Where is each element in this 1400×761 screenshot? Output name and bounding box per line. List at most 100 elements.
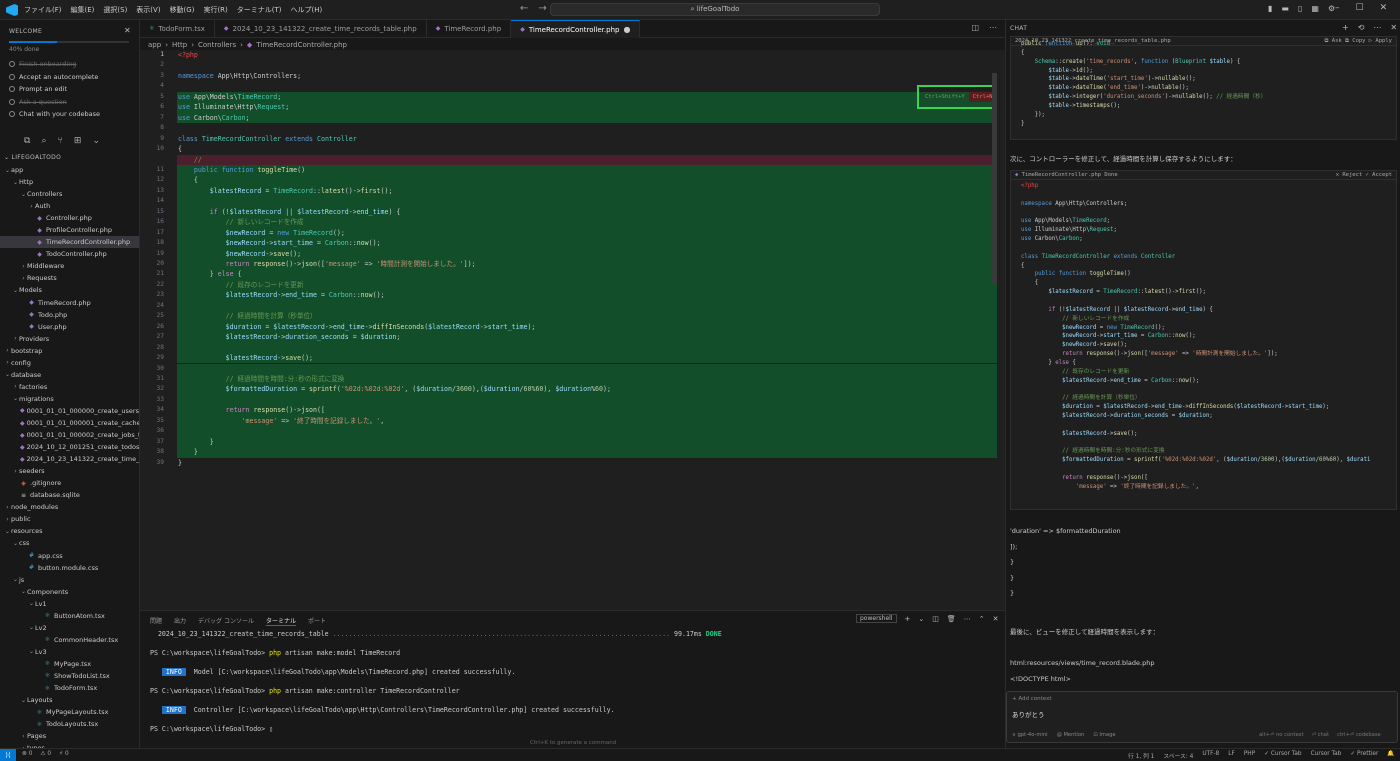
tree-file[interactable]: ◆ 2024_10_12_001251_create_todos_...: [0, 441, 139, 453]
code-block-actions[interactable]: ✕ Reject ✓ Accept: [1336, 171, 1392, 180]
tree-file[interactable]: ⚛ TodoForm.tsx: [0, 682, 139, 694]
remote-indicator-icon[interactable]: ⟩⟨: [0, 749, 16, 761]
tree-file[interactable]: ≡ database.sqlite: [0, 489, 139, 501]
submit-no-context-hint[interactable]: alt+⏎ no context: [1259, 732, 1304, 738]
tree-file[interactable]: # app.css: [0, 550, 139, 562]
command-center[interactable]: ⌕ lifeGoalTodo: [550, 3, 880, 16]
mention-button[interactable]: @ Mention: [1057, 732, 1085, 738]
welcome-close-icon[interactable]: ✕: [124, 26, 131, 35]
tree-folder[interactable]: ⌄ database: [0, 369, 139, 381]
tree-file[interactable]: ◆ 0001_01_01_000000_create_users_...: [0, 405, 139, 417]
tree-folder[interactable]: › bootstrap: [0, 345, 139, 357]
line-ending[interactable]: LF: [1228, 751, 1235, 760]
editor-tab[interactable]: ◆ TimeRecordController.php ●: [511, 20, 641, 39]
breadcrumb-item[interactable]: Http: [172, 41, 187, 49]
tree-file[interactable]: ◆ TimeRecord.php: [0, 297, 139, 309]
editor-scrollbar[interactable]: [992, 73, 997, 283]
menu-go[interactable]: 移動(G): [170, 5, 195, 15]
close-chat-icon[interactable]: ✕: [1390, 23, 1397, 32]
tree-file[interactable]: ◆ TodoController.php: [0, 248, 139, 260]
tree-folder[interactable]: ⌄ Layouts: [0, 694, 139, 706]
tree-file[interactable]: ◆ 2024_10_23_141322_create_time_r...: [0, 453, 139, 465]
more-actions-icon[interactable]: ⋯: [964, 615, 971, 623]
ports-count[interactable]: ⚡ 0: [59, 751, 69, 757]
panel-tab[interactable]: 出力: [174, 616, 186, 626]
tree-file[interactable]: ⚛ TodoLayouts.tsx: [0, 718, 139, 730]
tree-folder[interactable]: ⌄ Controllers: [0, 188, 139, 200]
menu-run[interactable]: 実行(R): [203, 5, 227, 15]
explorer-files-icon[interactable]: ⧉: [24, 136, 30, 146]
tree-folder[interactable]: ⌄ Http: [0, 176, 139, 188]
customize-layout-icon[interactable]: ▦: [1311, 4, 1319, 13]
breadcrumb-item[interactable]: app: [148, 41, 161, 49]
editor-tab[interactable]: ◆ 2024_10_23_141322_create_time_records_t…: [215, 20, 427, 38]
minimize-icon[interactable]: –: [1335, 3, 1340, 13]
tree-file[interactable]: ◆ ProfileController.php: [0, 224, 139, 236]
extensions-icon[interactable]: ⊞: [74, 136, 82, 146]
chevron-down-icon[interactable]: ⌄: [92, 136, 100, 146]
tree-file[interactable]: ◈ .gitignore: [0, 477, 139, 489]
tree-file[interactable]: ⚛ MyPage.tsx: [0, 658, 139, 670]
more-actions-icon[interactable]: ⋯: [989, 23, 997, 32]
onboarding-step[interactable]: Accept an autocomplete: [9, 71, 100, 84]
cursor-tab-status[interactable]: ✓ Cursor Tab: [1264, 751, 1301, 760]
new-chat-icon[interactable]: +: [1342, 23, 1349, 32]
tree-folder[interactable]: ⌄ Lv1: [0, 598, 139, 610]
onboarding-step[interactable]: Prompt an edit: [9, 83, 100, 96]
tree-folder[interactable]: ⌄ resources: [0, 525, 139, 537]
errors-count[interactable]: ⊗ 0: [22, 751, 32, 757]
tree-file[interactable]: ◆ User.php: [0, 321, 139, 333]
code-block-actions[interactable]: ⧉ Ask ⧉ Copy ▷ Apply: [1325, 37, 1392, 46]
panel-tab[interactable]: デバッグ コンソール: [198, 616, 254, 626]
editor-tab[interactable]: ⚛ TodoForm.tsx: [140, 20, 215, 38]
tree-folder[interactable]: › Pages: [0, 730, 139, 742]
maximize-panel-icon[interactable]: ⌃: [979, 615, 985, 623]
cursor-tab-label[interactable]: Cursor Tab: [1311, 751, 1342, 760]
close-window-icon[interactable]: ✕: [1380, 3, 1388, 13]
panel-tab[interactable]: 問題: [150, 616, 162, 626]
search-icon[interactable]: ⌕: [41, 136, 46, 146]
terminal-dropdown-icon[interactable]: ⌄: [918, 615, 924, 623]
menu-view[interactable]: 表示(V): [136, 5, 160, 15]
tree-folder[interactable]: ⌄ Models: [0, 284, 139, 296]
tree-file[interactable]: ◆ Todo.php: [0, 309, 139, 321]
prettier-status[interactable]: ✓ Prettier: [1350, 751, 1378, 760]
code-editor[interactable]: 1 <?php 2 3 namespace App\Http\Controllers; 4…: [140, 50, 1005, 610]
tree-file[interactable]: ◆ TimeRecordController.php: [0, 236, 139, 249]
panel-tab[interactable]: ターミナル: [265, 616, 296, 626]
more-actions-icon[interactable]: ⋯: [1373, 23, 1381, 32]
editor-tab[interactable]: ◆ TimeRecord.php: [427, 20, 512, 38]
tree-file[interactable]: ⚛ CommonHeader.tsx: [0, 634, 139, 646]
menu-edit[interactable]: 編集(E): [71, 5, 95, 15]
source-control-icon[interactable]: ⑂: [57, 136, 62, 146]
tree-file[interactable]: ◆ 0001_01_01_000001_create_cache...: [0, 417, 139, 429]
menu-file[interactable]: ファイル(F): [24, 5, 62, 15]
tree-folder[interactable]: › config: [0, 357, 139, 369]
split-terminal-icon[interactable]: ◫: [932, 615, 939, 623]
submit-chat-hint[interactable]: ⏎ chat: [1312, 732, 1329, 738]
tree-file[interactable]: ◆ Controller.php: [0, 212, 139, 224]
tree-folder[interactable]: ⌄ js: [0, 574, 139, 586]
maximize-icon[interactable]: ☐: [1356, 3, 1364, 13]
menu-selection[interactable]: 選択(S): [103, 5, 127, 15]
onboarding-step[interactable]: Chat with your codebase: [9, 108, 100, 121]
language-mode[interactable]: PHP: [1244, 751, 1255, 760]
tree-folder[interactable]: ⌄ Lv2: [0, 622, 139, 634]
warnings-count[interactable]: ⚠ 0: [40, 751, 51, 757]
tree-folder[interactable]: ⌄ migrations: [0, 393, 139, 405]
chat-input-text[interactable]: ありがとう: [1012, 709, 1045, 719]
cursor-position[interactable]: 行 1, 列 1: [1128, 751, 1154, 760]
accept-diff-button[interactable]: Ctrl+Shift+Y: [921, 92, 969, 102]
modified-dot-icon[interactable]: ●: [623, 21, 630, 39]
tree-folder[interactable]: › factories: [0, 381, 139, 393]
tree-folder[interactable]: › public: [0, 513, 139, 525]
onboarding-step[interactable]: Finish onboarding: [9, 58, 100, 71]
notifications-bell-icon[interactable]: 🔔: [1387, 751, 1394, 760]
tree-folder[interactable]: ⌄ Lv3: [0, 646, 139, 658]
onboarding-step[interactable]: Ask a question: [9, 96, 100, 109]
indentation[interactable]: スペース: 4: [1163, 751, 1193, 760]
chat-input-box[interactable]: + Add context ありがとう ∨ gpt-4o-mini @ Ment…: [1006, 691, 1398, 743]
tree-file[interactable]: ◆ 0001_01_01_000002_create_jobs_t...: [0, 429, 139, 441]
close-panel-icon[interactable]: ✕: [993, 615, 999, 623]
chat-history-icon[interactable]: ⟲: [1358, 23, 1365, 32]
